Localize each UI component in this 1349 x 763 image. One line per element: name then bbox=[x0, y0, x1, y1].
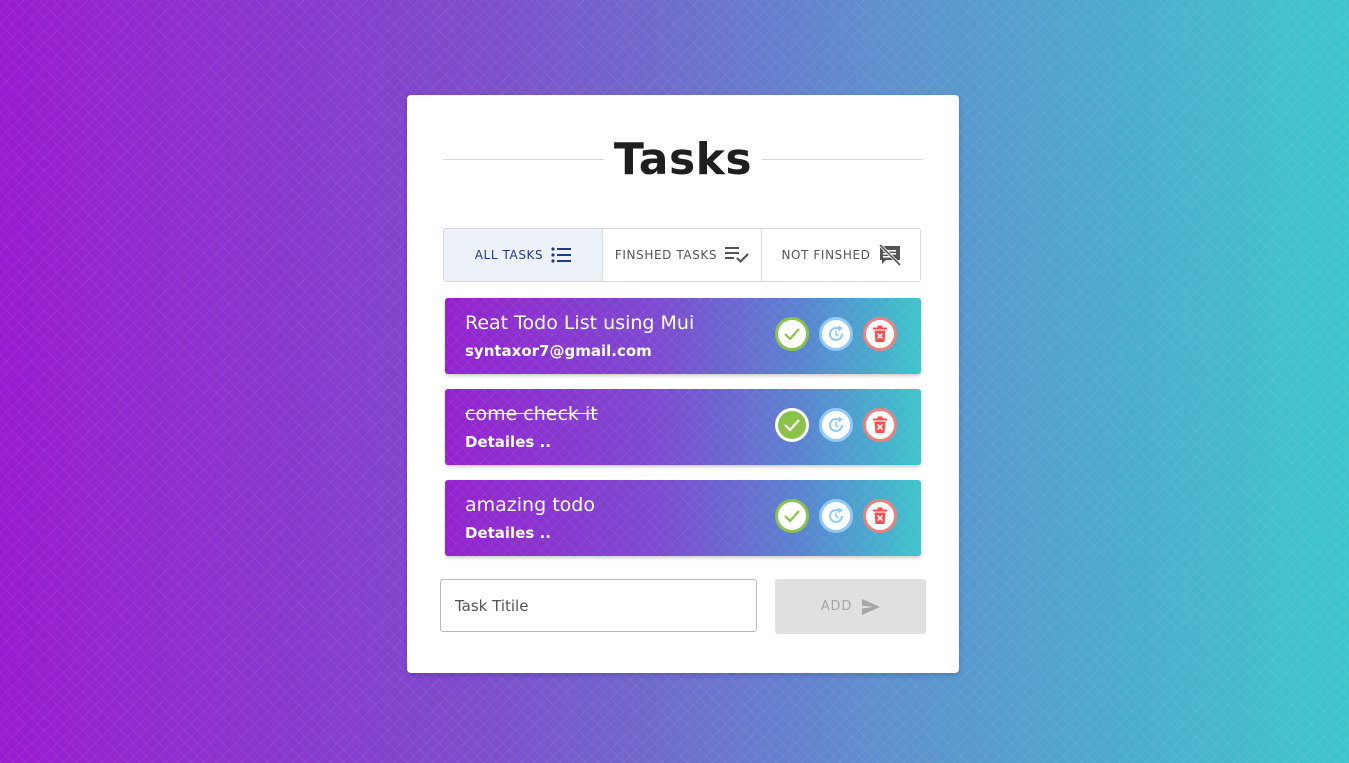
task-details: syntaxor7@gmail.com bbox=[465, 342, 652, 360]
edit-refresh-icon bbox=[829, 507, 843, 523]
title-divider-left bbox=[443, 158, 604, 160]
complete-button[interactable] bbox=[775, 499, 809, 533]
check-icon bbox=[784, 328, 800, 341]
delete-button[interactable] bbox=[863, 408, 897, 442]
trash-icon bbox=[873, 416, 887, 433]
task-actions bbox=[775, 499, 897, 533]
trash-icon bbox=[873, 507, 887, 524]
task-title-field bbox=[440, 579, 757, 632]
task-item: amazing todo Detailes .. bbox=[445, 480, 921, 556]
filter-tabs: ALL TASKS FINSHED TASKS NOT FINSHED bbox=[443, 228, 921, 282]
task-title: amazing todo bbox=[465, 494, 595, 516]
complete-button[interactable] bbox=[775, 317, 809, 351]
tab-label: NOT FINSHED bbox=[781, 248, 871, 262]
task-title: Reat Todo List using Mui bbox=[465, 312, 695, 334]
edit-button[interactable] bbox=[819, 408, 853, 442]
task-actions bbox=[775, 408, 897, 442]
title-row: Tasks bbox=[443, 131, 923, 187]
list-icon bbox=[551, 247, 572, 263]
send-icon bbox=[862, 598, 881, 615]
tab-label: FINSHED TASKS bbox=[614, 248, 718, 262]
task-title-input[interactable] bbox=[441, 580, 756, 631]
tab-all-tasks[interactable]: ALL TASKS bbox=[444, 229, 603, 281]
task-actions bbox=[775, 317, 897, 351]
task-item: come check it Detailes .. bbox=[445, 389, 921, 465]
tab-label: ALL TASKS bbox=[474, 248, 544, 262]
title-divider-right bbox=[762, 158, 923, 160]
delete-button[interactable] bbox=[863, 499, 897, 533]
page-title: Tasks bbox=[613, 133, 753, 185]
tasks-card: Tasks ALL TASKS FINSHED TASKS NOT FINSHE… bbox=[407, 95, 959, 673]
task-details: Detailes .. bbox=[465, 524, 551, 542]
trash-icon bbox=[873, 325, 887, 342]
complete-button[interactable] bbox=[775, 408, 809, 442]
task-details: Detailes .. bbox=[465, 433, 551, 451]
delete-button[interactable] bbox=[863, 317, 897, 351]
check-icon bbox=[784, 510, 800, 523]
add-button-label: ADD bbox=[820, 599, 853, 614]
check-icon bbox=[784, 419, 800, 432]
task-item: Reat Todo List using Mui syntaxor7@gmail… bbox=[445, 298, 921, 374]
tab-not-finished[interactable]: NOT FINSHED bbox=[762, 229, 920, 281]
edit-button[interactable] bbox=[819, 317, 853, 351]
comment-off-icon bbox=[878, 244, 901, 266]
playlist-check-icon bbox=[725, 246, 749, 264]
edit-refresh-icon bbox=[829, 416, 843, 432]
tab-finished-tasks[interactable]: FINSHED TASKS bbox=[603, 229, 762, 281]
add-button[interactable]: ADD bbox=[775, 579, 926, 634]
edit-refresh-icon bbox=[829, 325, 843, 341]
edit-button[interactable] bbox=[819, 499, 853, 533]
task-title: come check it bbox=[465, 403, 598, 425]
